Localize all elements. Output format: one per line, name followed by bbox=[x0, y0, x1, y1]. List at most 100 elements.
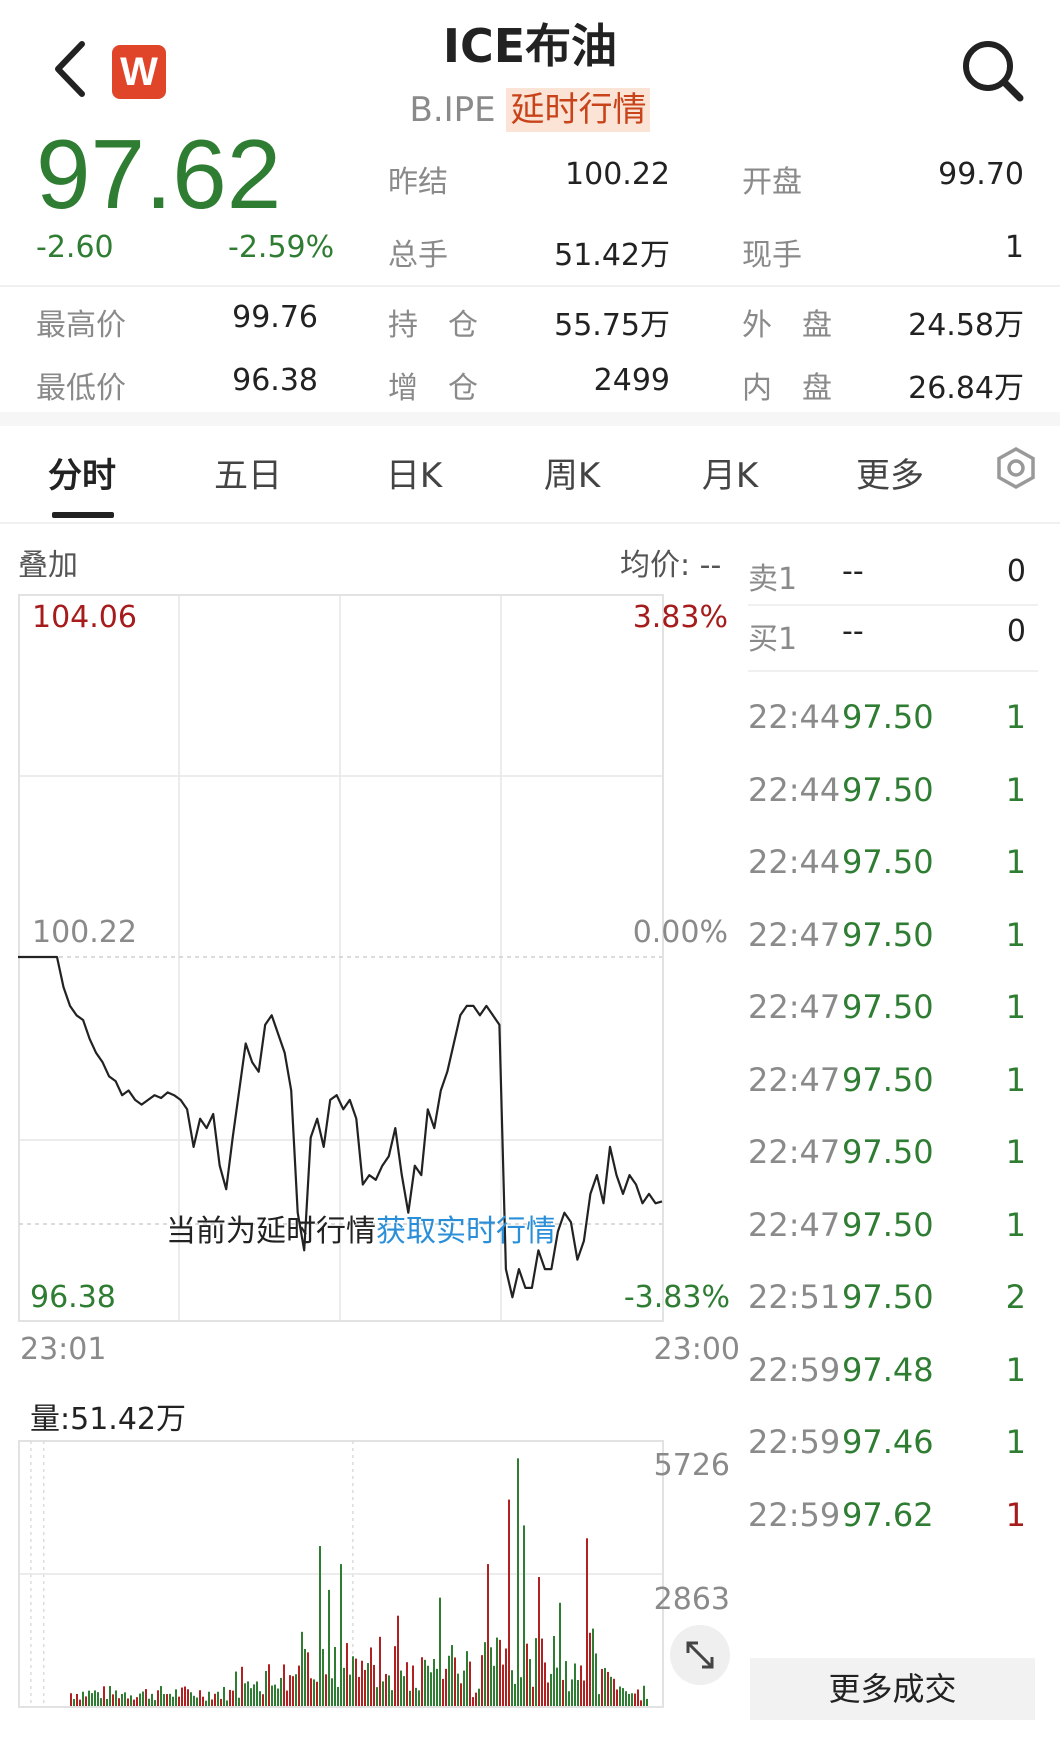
expand-chart-button[interactable] bbox=[670, 1625, 730, 1685]
value-high: 99.76 bbox=[232, 300, 318, 335]
volume-bar bbox=[580, 1665, 582, 1706]
axis-pct-low: -3.83% bbox=[623, 1280, 730, 1315]
value-current-volume: 1 bbox=[1004, 230, 1024, 265]
volume-bar bbox=[535, 1638, 537, 1706]
trade-price: 97.46 bbox=[842, 1423, 934, 1461]
volume-bar bbox=[538, 1577, 540, 1706]
tab-five-day[interactable]: 五日 bbox=[202, 448, 294, 497]
volume-bar bbox=[328, 1589, 330, 1706]
volume-bar bbox=[361, 1660, 363, 1706]
volume-bar bbox=[76, 1693, 78, 1706]
volume-bar bbox=[166, 1694, 168, 1706]
volume-bar bbox=[355, 1658, 357, 1706]
volume-bar bbox=[526, 1643, 528, 1706]
tab-weekly-k[interactable]: 周K bbox=[526, 448, 618, 497]
axis-volume-mid: 2863 bbox=[653, 1582, 730, 1617]
volume-label: 量:51.42万 bbox=[30, 1402, 186, 1437]
volume-bar bbox=[277, 1688, 279, 1706]
volume-bar bbox=[604, 1668, 606, 1706]
volume-bar bbox=[457, 1673, 459, 1706]
volume-bar bbox=[304, 1649, 306, 1706]
volume-bar bbox=[130, 1695, 132, 1706]
volume-bar bbox=[559, 1602, 561, 1706]
trade-time: 22:47 bbox=[748, 1060, 841, 1099]
volume-bar bbox=[484, 1642, 486, 1706]
expand-icon bbox=[686, 1641, 714, 1669]
volume-bar bbox=[574, 1663, 576, 1706]
volume-bar bbox=[496, 1637, 498, 1706]
trade-time: 22:47 bbox=[748, 1205, 841, 1244]
active-tab-indicator bbox=[52, 512, 114, 518]
volume-bar bbox=[199, 1690, 201, 1706]
overlay-button[interactable]: 叠加 bbox=[18, 540, 78, 584]
volume-bar bbox=[367, 1663, 369, 1706]
label-prev-settle: 昨结 bbox=[388, 165, 448, 200]
volume-bar bbox=[226, 1700, 228, 1706]
more-trades-button[interactable]: 更多成交 bbox=[750, 1658, 1035, 1720]
trade-volume: 1 bbox=[1005, 1423, 1026, 1461]
trade-volume: 1 bbox=[1005, 1350, 1026, 1389]
volume-bar bbox=[454, 1657, 456, 1706]
instrument-code: B.IPE bbox=[409, 90, 496, 130]
realtime-link[interactable]: 获取实时行情 bbox=[376, 1214, 556, 1249]
volume-bar bbox=[394, 1646, 396, 1706]
settings-hexagon-icon[interactable] bbox=[994, 446, 1038, 490]
volume-bar bbox=[133, 1699, 135, 1706]
volume-bar bbox=[448, 1655, 450, 1706]
volume-bar bbox=[412, 1665, 414, 1706]
delay-tag: 延时行情 bbox=[506, 88, 651, 132]
volume-bar bbox=[73, 1699, 75, 1706]
volume-bar bbox=[313, 1679, 315, 1706]
trade-row: 22:51 97.50 2 bbox=[748, 1278, 1038, 1322]
back-arrow-icon[interactable] bbox=[48, 38, 92, 100]
volume-bar bbox=[505, 1648, 507, 1706]
time-axis-start: 23:01 bbox=[20, 1332, 107, 1367]
volume-bar bbox=[337, 1686, 339, 1706]
trade-time: 22:47 bbox=[748, 1133, 841, 1171]
volume-bar bbox=[88, 1690, 90, 1706]
volume-bar bbox=[577, 1680, 579, 1706]
volume-bar bbox=[244, 1683, 246, 1706]
volume-bar bbox=[220, 1698, 222, 1706]
volume-bar bbox=[634, 1693, 636, 1706]
volume-bar bbox=[478, 1688, 480, 1706]
trade-row: 22:47 97.50 1 bbox=[748, 1061, 1038, 1105]
volume-bar bbox=[103, 1686, 105, 1706]
value-open-interest: 55.75万 bbox=[554, 308, 670, 343]
volume-bar bbox=[475, 1692, 477, 1706]
volume-bar bbox=[391, 1690, 393, 1706]
volume-bar bbox=[493, 1665, 495, 1706]
ask1-label: 卖1 bbox=[748, 562, 798, 597]
volume-bar bbox=[319, 1546, 321, 1706]
volume-bar bbox=[376, 1687, 378, 1706]
search-icon[interactable] bbox=[960, 38, 1026, 104]
volume-bar bbox=[646, 1698, 648, 1706]
volume-bar bbox=[178, 1696, 180, 1706]
volume-bar bbox=[112, 1694, 114, 1706]
trade-time: 22:51 bbox=[748, 1278, 841, 1316]
volume-bar bbox=[202, 1696, 204, 1706]
volume-bar bbox=[280, 1677, 282, 1706]
bid1-price: -- bbox=[842, 614, 864, 649]
volume-bar bbox=[625, 1691, 627, 1706]
volume-bar bbox=[409, 1690, 411, 1706]
tab-intraday[interactable]: 分时 bbox=[36, 448, 128, 497]
tab-more[interactable]: 更多 bbox=[844, 448, 936, 497]
trade-time: 22:44 bbox=[748, 770, 841, 809]
trade-row: 22:47 97.50 1 bbox=[748, 1133, 1038, 1177]
volume-bar bbox=[571, 1679, 573, 1706]
volume-bar bbox=[637, 1689, 639, 1706]
tab-monthly-k[interactable]: 月K bbox=[684, 448, 776, 497]
volume-bar bbox=[490, 1647, 492, 1706]
volume-bar bbox=[595, 1653, 597, 1706]
volume-bar bbox=[385, 1673, 387, 1706]
volume-bar bbox=[427, 1665, 429, 1706]
avg-price-label: 均价: -- bbox=[620, 548, 722, 583]
value-prev-settle: 100.22 bbox=[565, 157, 670, 192]
volume-bar bbox=[274, 1684, 276, 1706]
bid1-label: 买1 bbox=[748, 622, 798, 657]
tab-daily-k[interactable]: 日K bbox=[368, 448, 460, 497]
trade-time: 22:59 bbox=[748, 1495, 841, 1534]
trade-price: 97.50 bbox=[842, 988, 934, 1026]
page-title: ICE布油 bbox=[442, 19, 618, 73]
